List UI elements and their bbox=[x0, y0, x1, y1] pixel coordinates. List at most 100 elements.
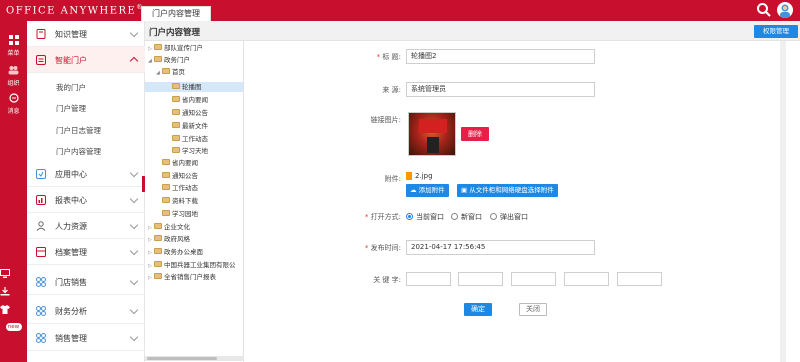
tree-node[interactable]: ◢ 政务门户 bbox=[148, 55, 190, 65]
content-header: 门户内容管理 权限管理 bbox=[145, 21, 800, 41]
tree-node-selected[interactable]: 轮播图 bbox=[145, 82, 243, 92]
tab-portal-content[interactable]: 门户内容管理 bbox=[141, 6, 211, 21]
open-mode-label-text: 打开方式: bbox=[370, 213, 401, 221]
nav-item-label: 应用中心 bbox=[55, 170, 87, 179]
keyword-input-4[interactable] bbox=[564, 272, 609, 286]
tree-node[interactable]: 工作动态 bbox=[162, 183, 198, 193]
open-mode-current[interactable]: 当前窗口 bbox=[406, 212, 444, 222]
file-icon bbox=[406, 172, 412, 180]
nav-item-label: 人力资源 bbox=[55, 222, 87, 231]
tree-node[interactable]: ▷ 政府风格 bbox=[148, 234, 190, 244]
cluster-icon bbox=[36, 277, 46, 287]
tree-node-label: 通知公告 bbox=[182, 109, 208, 117]
tree-node[interactable]: ▷ 政务办公桌面 bbox=[148, 247, 203, 257]
folder-icon bbox=[154, 248, 162, 254]
keyword-input-5[interactable] bbox=[617, 272, 662, 286]
tree-node-label: 首页 bbox=[172, 68, 185, 76]
folder-icon bbox=[162, 159, 170, 165]
radio-icon bbox=[490, 212, 497, 220]
link-image-thumbnail[interactable] bbox=[408, 112, 456, 156]
nav-item-store-sales[interactable]: 门店销售 bbox=[27, 269, 145, 295]
nav-item-label: 知识管理 bbox=[55, 30, 87, 39]
nav-item-finance[interactable]: 财务分析 bbox=[27, 298, 145, 324]
permission-manage-button[interactable]: 权限管理 bbox=[754, 25, 798, 38]
nav-sub-portal-content[interactable]: 门户内容管理 bbox=[56, 146, 101, 157]
close-button[interactable]: 关闭 bbox=[519, 303, 547, 316]
tree-node-label: 学习天地 bbox=[182, 147, 208, 155]
chevron-down-icon bbox=[129, 220, 139, 230]
tree-node[interactable]: 最新文件 bbox=[172, 121, 208, 131]
tree-node[interactable]: 学习园地 bbox=[162, 209, 198, 219]
scrollbar-thumb[interactable] bbox=[147, 357, 217, 360]
tree-node-label: 学习园地 bbox=[172, 210, 198, 218]
tshirt-icon[interactable] bbox=[0, 305, 27, 316]
tree-node[interactable]: ▷ 部队宣传门户 bbox=[148, 43, 203, 53]
choose-from-cabinet-button[interactable]: ▣ 从文件柜和网络硬盘选择附件 bbox=[457, 184, 558, 197]
rail-org[interactable]: 组织 bbox=[0, 65, 27, 87]
tree-node-label: 工作动态 bbox=[172, 184, 198, 192]
tree-node[interactable]: 省内要闻 bbox=[172, 95, 208, 105]
tree-node[interactable]: 学习天地 bbox=[172, 146, 208, 156]
keyword-input-1[interactable] bbox=[406, 272, 451, 286]
nav-sub-portal-manage[interactable]: 门户管理 bbox=[56, 103, 86, 114]
nav-item-label: 档案管理 bbox=[55, 248, 87, 257]
search-icon[interactable] bbox=[756, 2, 772, 18]
keyword-input-3[interactable] bbox=[511, 272, 556, 286]
delete-image-button[interactable]: 删除 bbox=[461, 127, 489, 141]
rail-menu-label: 菜单 bbox=[7, 50, 20, 57]
download-icon[interactable] bbox=[0, 287, 27, 298]
keyword-input-2[interactable] bbox=[458, 272, 503, 286]
user-icon bbox=[36, 221, 46, 231]
tree-node[interactable]: 工作动态 bbox=[172, 134, 208, 144]
nav-item-smart-portal[interactable]: 智能门户 bbox=[27, 47, 145, 73]
attachment-file[interactable]: 2.jpg bbox=[406, 172, 433, 180]
rail-messages[interactable]: 消息 bbox=[0, 93, 27, 115]
nav-item-hr[interactable]: 人力资源 bbox=[27, 213, 145, 239]
nav-item-archives[interactable]: 档案管理 bbox=[27, 239, 145, 265]
new-badge[interactable]: new bbox=[0, 323, 27, 331]
attachment-label: 附件: bbox=[384, 175, 401, 183]
monitor-icon[interactable] bbox=[0, 269, 27, 280]
tree-node-label: 通知公告 bbox=[172, 172, 198, 180]
nav-item-app-center[interactable]: 应用中心 bbox=[27, 161, 145, 187]
tree-node[interactable]: 通知公告 bbox=[172, 108, 208, 118]
chevron-down-icon bbox=[129, 194, 139, 204]
nav-sub-portal-log[interactable]: 门户日志管理 bbox=[56, 125, 101, 136]
nav-item-label: 报表中心 bbox=[55, 196, 87, 205]
source-input[interactable]: 系统管理员 bbox=[406, 82, 595, 97]
nav-item-knowledge[interactable]: 知识管理 bbox=[27, 21, 145, 47]
rail-menu[interactable]: 菜单 bbox=[0, 35, 27, 57]
tree-node[interactable]: ▷ 企业文化 bbox=[148, 222, 190, 232]
top-bar: Office Anywhere® 门户内容管理 bbox=[0, 0, 800, 21]
nav-sub-my-portal[interactable]: 我的门户 bbox=[56, 82, 86, 93]
open-mode-popup[interactable]: 弹出窗口 bbox=[490, 212, 528, 222]
tree-node[interactable]: ◢ 首页 bbox=[156, 67, 185, 77]
link-image-label: 链接图片: bbox=[370, 116, 401, 124]
nav-item-label: 门店销售 bbox=[55, 278, 87, 287]
open-mode-label: * 打开方式: bbox=[321, 212, 401, 222]
publish-time-input[interactable]: 2021-04-17 17:56:45 bbox=[406, 240, 595, 255]
tree-node[interactable]: ▷ 全省销售门户报表 bbox=[148, 272, 216, 282]
tree-node[interactable]: ▷ 中国兵器工业集团有限公 bbox=[148, 260, 236, 270]
nav-item-label: 销售管理 bbox=[55, 334, 87, 343]
tree-node[interactable]: 省内要闻 bbox=[162, 158, 198, 168]
nav-item-report-center[interactable]: 报表中心 bbox=[27, 187, 145, 213]
title-input[interactable]: 轮播图2 bbox=[406, 49, 595, 64]
form-vertical-scrollbar[interactable] bbox=[780, 41, 786, 362]
chevron-down-icon bbox=[129, 332, 139, 342]
rail-messages-label: 消息 bbox=[7, 108, 20, 115]
grid-icon bbox=[0, 35, 27, 47]
add-attachment-button[interactable]: ☁ 添加附件 bbox=[406, 184, 449, 197]
chevron-down-icon bbox=[129, 28, 139, 38]
open-mode-new[interactable]: 新窗口 bbox=[451, 212, 482, 222]
tree-node[interactable]: 资料下载 bbox=[162, 196, 198, 206]
nav-item-sales[interactable]: 销售管理 bbox=[27, 325, 145, 351]
user-avatar[interactable] bbox=[777, 2, 793, 18]
rail-org-label: 组织 bbox=[7, 80, 20, 87]
keywords-label: 关 键 字: bbox=[373, 276, 401, 284]
folder-icon bbox=[172, 83, 180, 89]
tree-node[interactable]: 通知公告 bbox=[162, 171, 198, 181]
portal-tree: ▷ 部队宣传门户 ◢ 政务门户 ◢ 首页 轮播图 省内要闻 通知公告 最新文件 工作动… bbox=[145, 41, 244, 362]
confirm-button[interactable]: 确定 bbox=[464, 303, 492, 316]
tree-horizontal-scrollbar[interactable] bbox=[145, 356, 244, 361]
